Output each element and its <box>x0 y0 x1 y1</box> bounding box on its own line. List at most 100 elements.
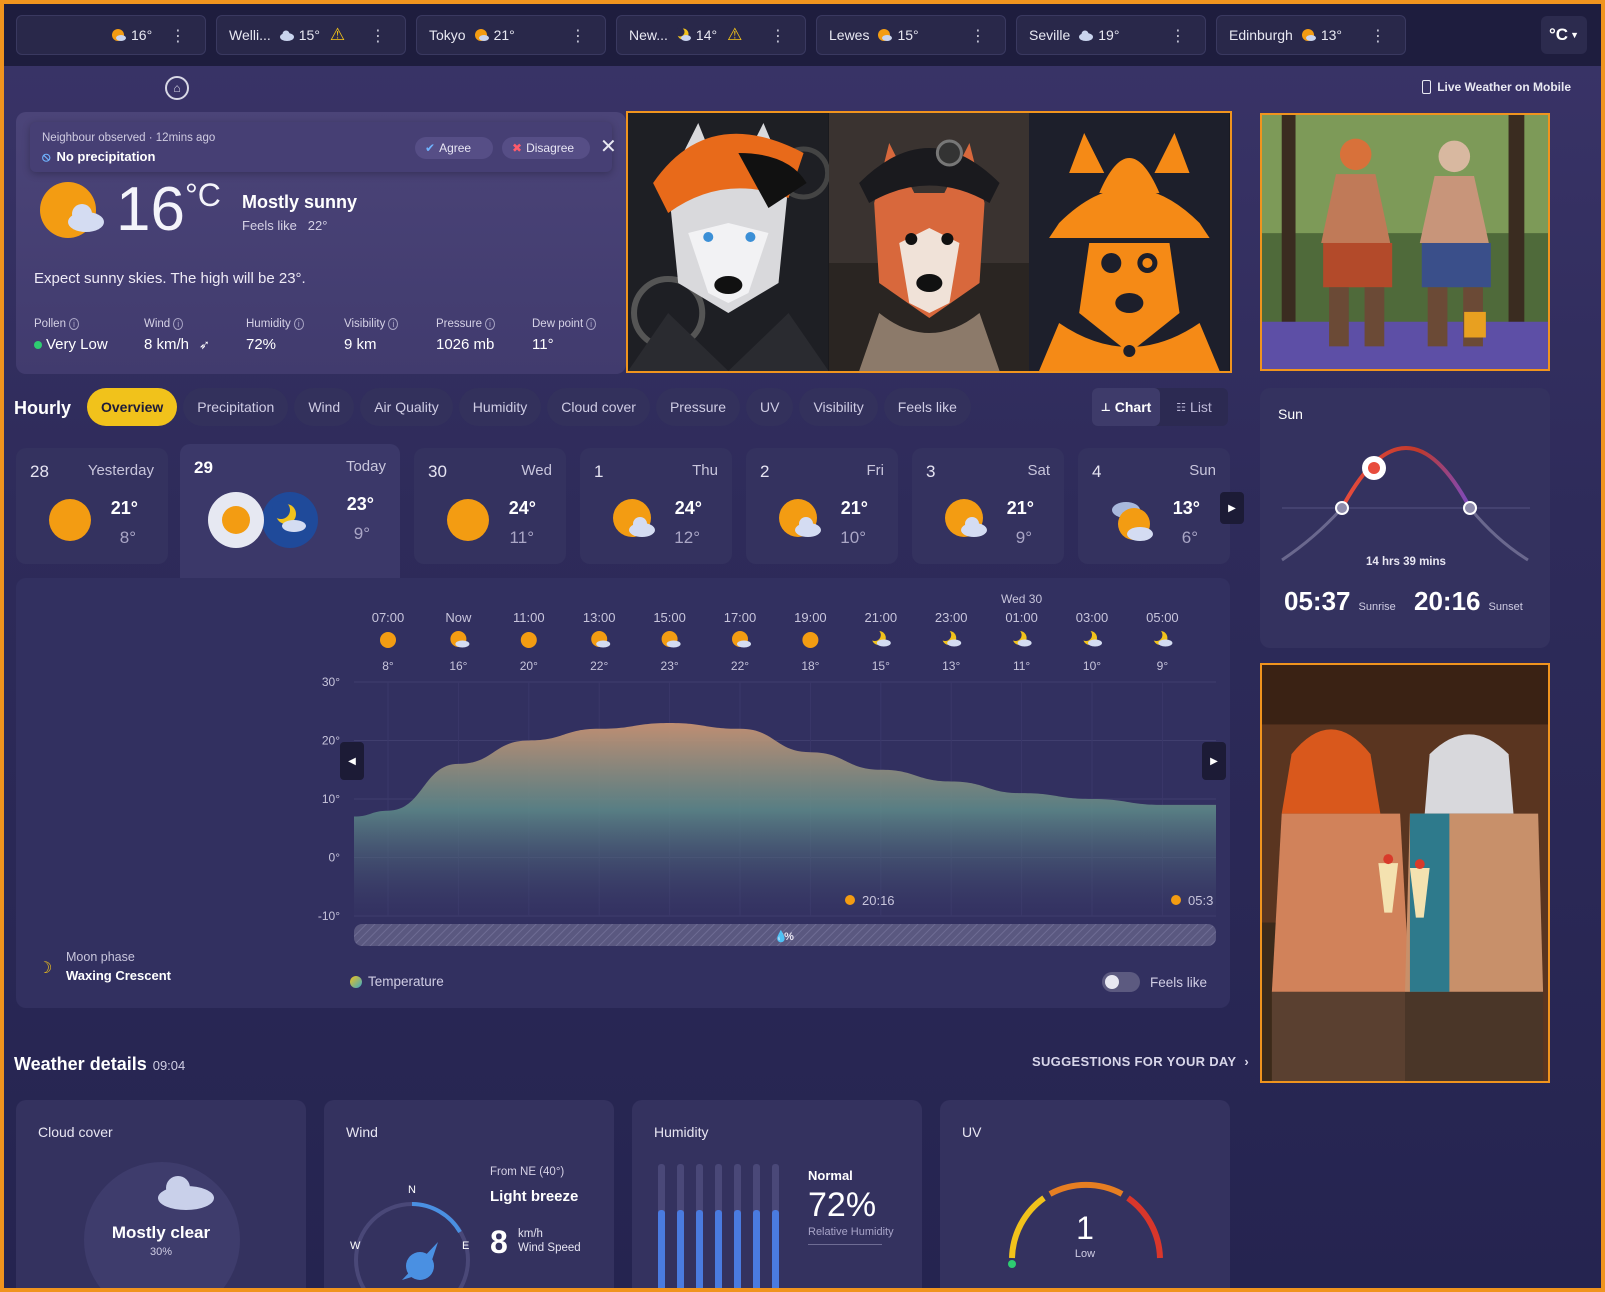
warning-icon[interactable]: ⚠ <box>727 25 742 45</box>
city-temp: 21° <box>493 27 515 43</box>
tab-uv[interactable]: UV <box>746 388 794 426</box>
mobile-link[interactable]: Live Weather on Mobile <box>1422 80 1571 94</box>
hour-label: 11:00 <box>513 610 545 625</box>
chart-prev-button[interactable]: ◀ <box>340 742 364 780</box>
wind-speed-label: Wind Speed <box>518 1242 581 1254</box>
day-tile-1[interactable]: 1 Thu 24° 12° <box>580 448 732 564</box>
chevron-right-icon: › <box>1244 1054 1250 1069</box>
metric-humidity[interactable]: Humidity i 72% <box>246 318 304 353</box>
city-tile-wellington[interactable]: Welli... 15° ⚠ ⋮ <box>216 15 406 55</box>
info-icon[interactable]: i <box>68 318 79 330</box>
close-icon[interactable]: ✕ <box>600 134 617 159</box>
info-icon[interactable]: i <box>293 318 304 330</box>
tab-air-quality[interactable]: Air Quality <box>360 388 453 426</box>
vikings-image[interactable] <box>1260 113 1550 371</box>
hour-temp-label: 22° <box>731 659 749 673</box>
tab-overview[interactable]: Overview <box>87 388 178 426</box>
compass-n: N <box>408 1184 416 1196</box>
chart-next-button[interactable]: ▶ <box>1202 742 1226 780</box>
feels-like-toggle[interactable]: Feels like <box>1102 972 1207 992</box>
info-icon[interactable]: i <box>586 318 597 330</box>
more-icon[interactable]: ⋮ <box>570 26 586 46</box>
tab-cloud-cover[interactable]: Cloud cover <box>547 388 650 426</box>
day-tile-4[interactable]: 4 Sun 13° 6° <box>1078 448 1230 564</box>
compass-e: E <box>462 1240 470 1252</box>
legend-label: Temperature <box>368 974 444 989</box>
sun-card: Sun 14 hrs 39 mins 05:37 Sunrise 20:16 Sun… <box>1260 388 1550 648</box>
suggestions-link[interactable]: SUGGESTIONS FOR YOUR DAY › <box>1032 1054 1249 1069</box>
list-icon: ☷ <box>1176 401 1187 414</box>
wind-card[interactable]: Wind N W E From NE (40°) Light breeze 8 … <box>324 1100 614 1288</box>
hour-temp-label: 8° <box>382 659 394 673</box>
city-tile-newyork[interactable]: New... 14° ⚠ ⋮ <box>616 15 806 55</box>
disagree-button[interactable]: ✖ Disagree <box>502 137 590 159</box>
more-icon[interactable]: ⋮ <box>170 26 186 46</box>
city-bar: 16° ⋮ Welli... 15° ⚠ ⋮ Tokyo 21° ⋮ New..… <box>4 4 1601 66</box>
home-icon[interactable]: ⌂ <box>165 76 189 100</box>
metric-label: Wind <box>144 318 171 330</box>
metric-pollen[interactable]: Pollen i Very Low <box>34 318 108 353</box>
days-next-button[interactable]: ▶ <box>1220 492 1244 524</box>
chart-view-button[interactable]: ⊥ Chart <box>1092 388 1160 426</box>
info-icon[interactable]: i <box>173 318 184 330</box>
day-low: 10° <box>840 528 866 547</box>
metric-pressure[interactable]: Pressure i 1026 mb <box>436 318 496 353</box>
moon-cloud-icon <box>1009 629 1032 647</box>
day-label: Sun <box>1189 462 1216 479</box>
unit-button[interactable]: °C ▼ <box>1541 16 1587 54</box>
metric-wind[interactable]: Wind i 8 km/h ➶ <box>144 318 210 353</box>
city-name: Edinburgh <box>1229 27 1293 43</box>
city-tile-seville[interactable]: Seville 19° ⋮ <box>1016 15 1206 55</box>
y-tick-label: -10° <box>318 909 340 923</box>
day-label: Fri <box>866 462 885 479</box>
view-toggle: ⊥ Chart ☷ List <box>1092 388 1228 426</box>
temperature-area <box>354 722 1216 916</box>
info-icon[interactable]: i <box>485 318 496 330</box>
more-icon[interactable]: ⋮ <box>970 26 986 46</box>
more-icon[interactable]: ⋮ <box>1370 26 1386 46</box>
toggle-switch[interactable] <box>1102 972 1140 992</box>
hour-label: 07:00 <box>372 610 405 625</box>
more-icon[interactable]: ⋮ <box>1170 26 1186 46</box>
tab-feels-like[interactable]: Feels like <box>883 388 971 426</box>
warning-icon[interactable]: ⚠ <box>330 25 345 45</box>
check-icon: ✔ <box>425 141 436 155</box>
tab-humidity[interactable]: Humidity <box>458 388 542 426</box>
temperature-chart[interactable]: 07:00 8° Now 16° 11:00 20° 13:00 22° 15:00 23° 17:… <box>16 578 1230 1008</box>
metric-visibility[interactable]: Visibility i 9 km <box>344 318 399 353</box>
uv-card[interactable]: UV 1 Low <box>940 1100 1230 1288</box>
more-icon[interactable]: ⋮ <box>370 26 386 46</box>
tab-wind[interactable]: Wind <box>294 388 355 426</box>
sunrise-time: 05:37 <box>1284 586 1351 616</box>
sun-icon <box>520 632 537 648</box>
city-tile-lewes[interactable]: Lewes 15° ⋮ <box>816 15 1006 55</box>
day-tile-29-today[interactable]: 29 Today 23° 9° <box>180 444 400 579</box>
city-tile-edinburgh[interactable]: Edinburgh 13° ⋮ <box>1216 15 1406 55</box>
agree-button[interactable]: ✔ Agree <box>415 137 493 159</box>
day-tile-30[interactable]: 30 Wed 24° 11° <box>414 448 566 564</box>
ad-image-strip[interactable] <box>626 111 1232 373</box>
tab-pressure[interactable]: Pressure <box>655 388 740 426</box>
cloud-cover-card[interactable]: Cloud cover Mostly clear 30% <box>16 1100 306 1288</box>
day-number: 1 <box>594 462 604 481</box>
list-view-button[interactable]: ☷ List <box>1160 388 1228 426</box>
tavern-image[interactable] <box>1260 663 1550 1083</box>
humidity-card[interactable]: Humidity Normal 72% Relative Humidity <box>632 1100 922 1288</box>
day-tile-3[interactable]: 3 Sat 21° 9° <box>912 448 1064 564</box>
info-icon[interactable]: i <box>388 318 399 330</box>
day-label: Yesterday <box>87 462 154 479</box>
day-tile-28[interactable]: 28 Yesterday 21° 8° <box>16 448 168 564</box>
neighbour-observation: Neighbour observed · 12mins ago ⦸ No prec… <box>30 122 617 172</box>
more-icon[interactable]: ⋮ <box>770 26 786 46</box>
tab-precipitation[interactable]: Precipitation <box>183 388 289 426</box>
sun-icon <box>49 499 91 541</box>
metric-dew-point[interactable]: Dew point i 11° <box>532 318 597 353</box>
sun-cloud-icon <box>878 29 893 41</box>
hour-temp-label: 15° <box>872 659 890 673</box>
tab-visibility[interactable]: Visibility <box>799 388 878 426</box>
metric-value: 72% <box>246 336 277 353</box>
city-tile-tokyo[interactable]: Tokyo 21° ⋮ <box>416 15 606 55</box>
weather-app: 16° ⋮ Welli... 15° ⚠ ⋮ Tokyo 21° ⋮ New..… <box>4 4 1601 1288</box>
day-tile-2[interactable]: 2 Fri 21° 10° <box>746 448 898 564</box>
city-tile-current[interactable]: 16° ⋮ <box>16 15 206 55</box>
